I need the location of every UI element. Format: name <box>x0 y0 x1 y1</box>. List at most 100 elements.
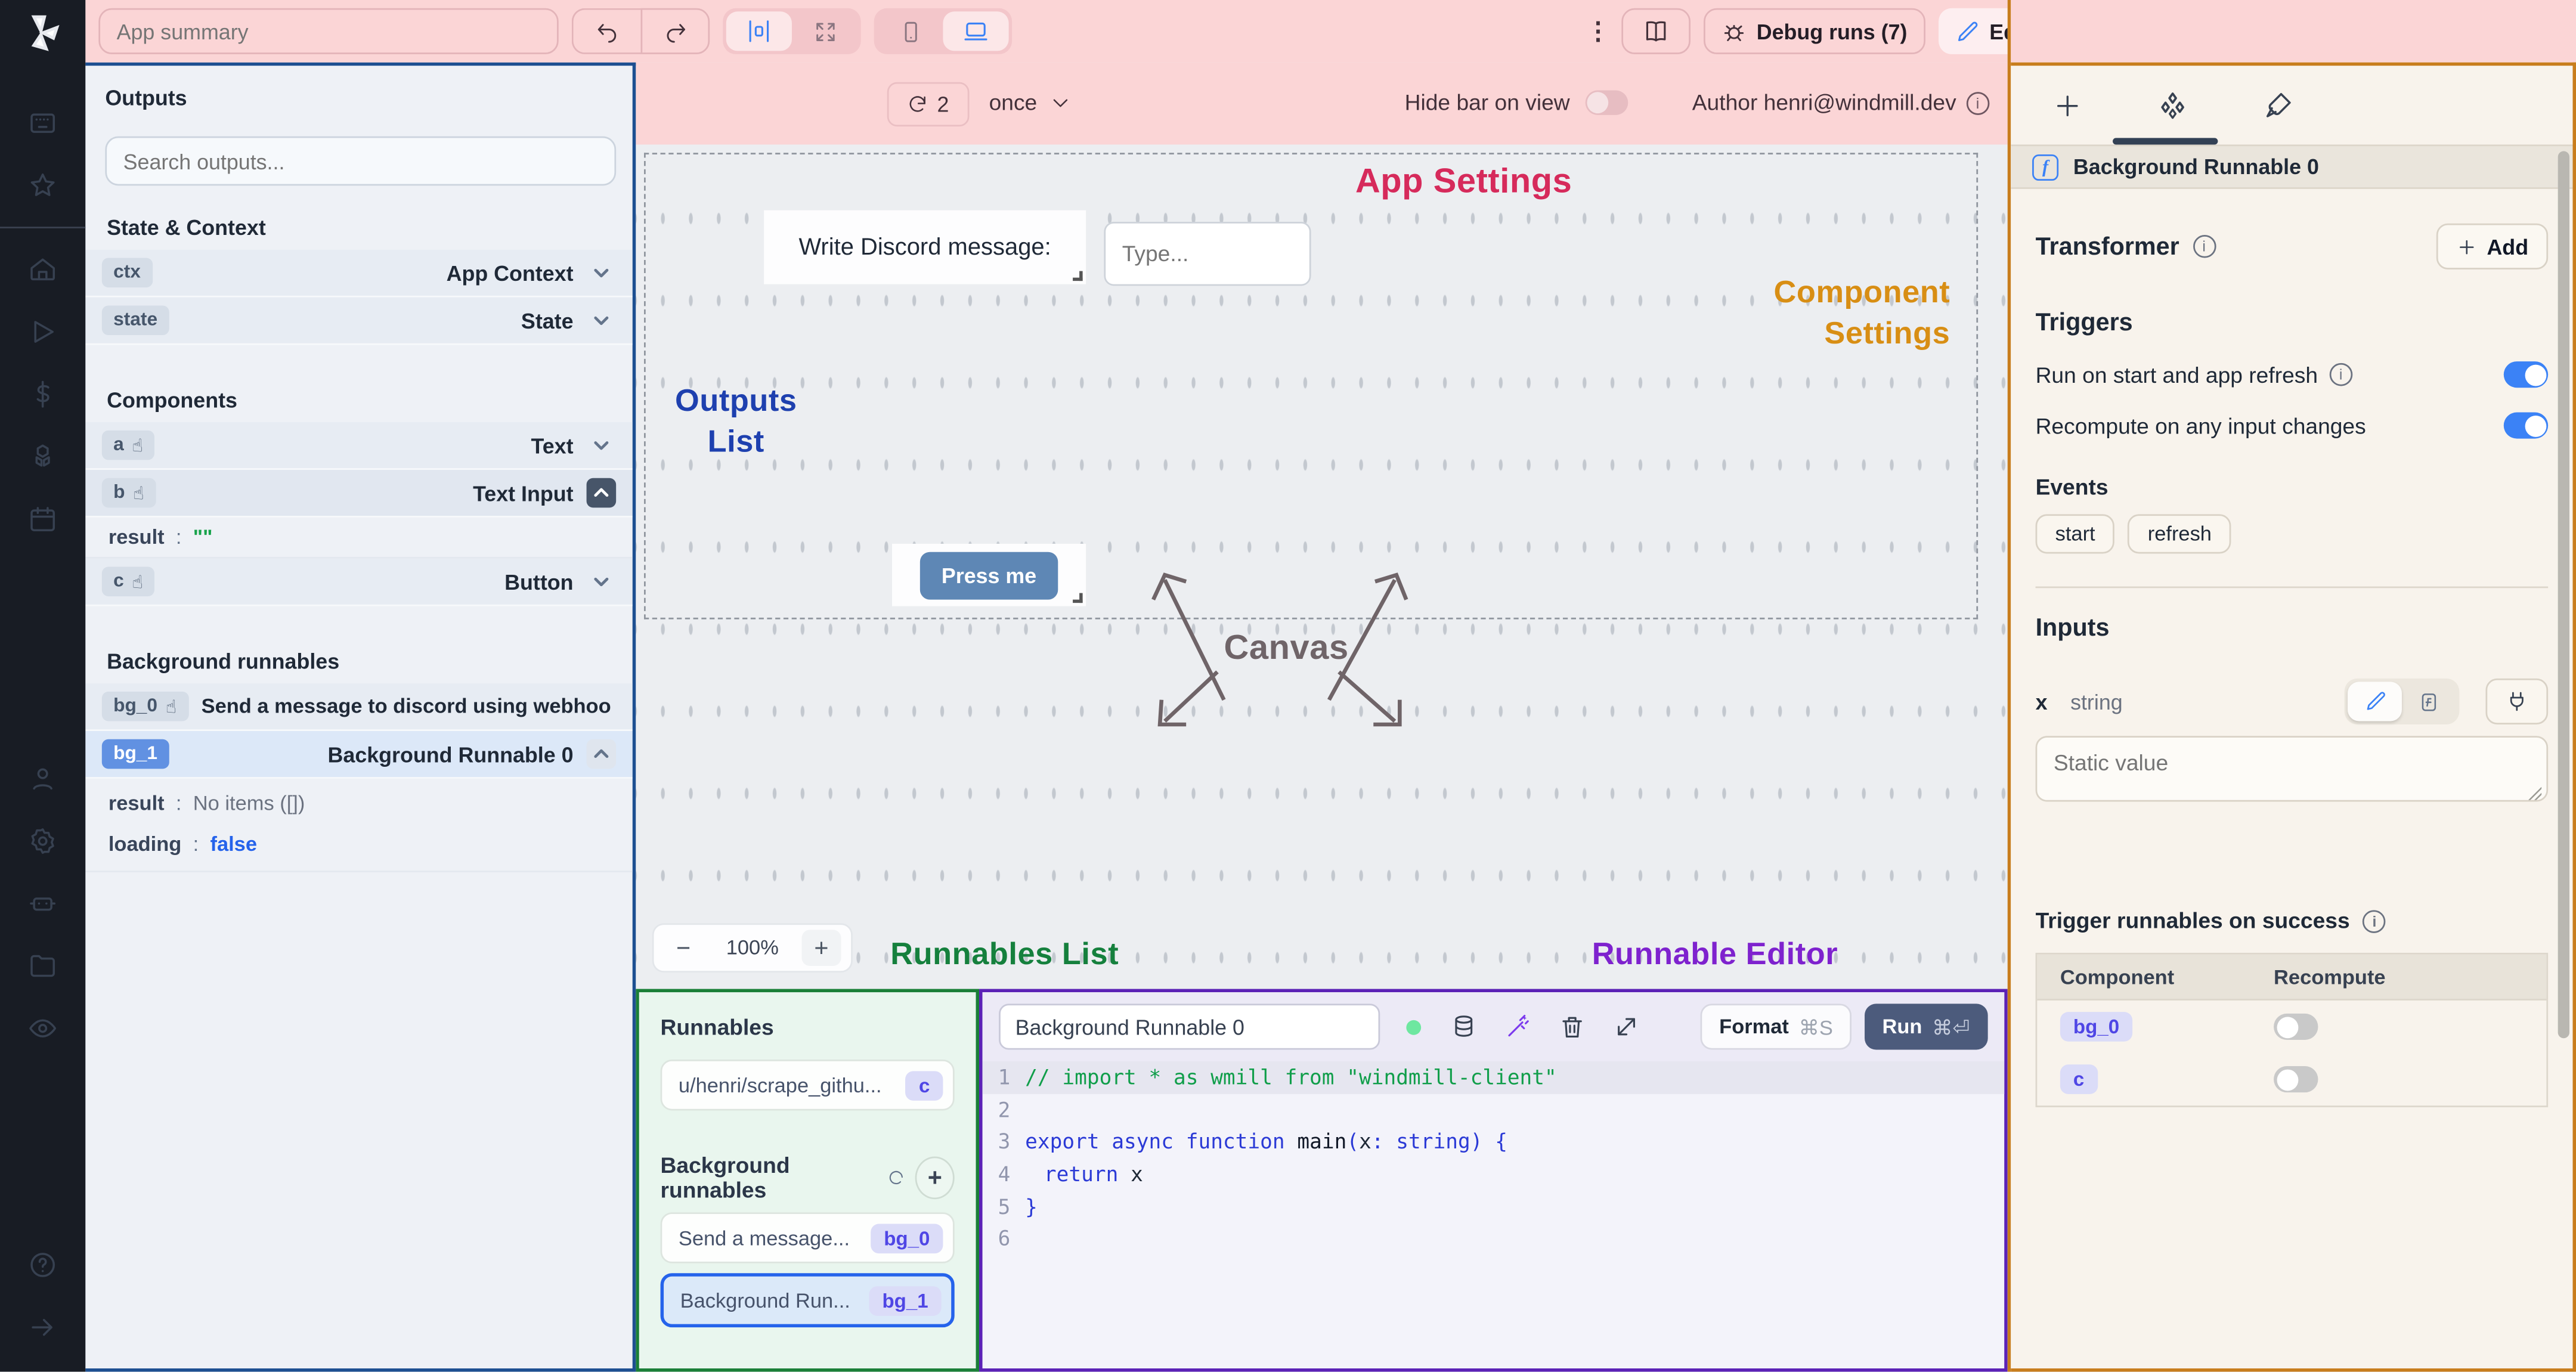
run-button[interactable]: Run ⌘⏎ <box>1864 1004 1988 1050</box>
format-button[interactable]: Format ⌘S <box>1701 1004 1852 1050</box>
textinput-component[interactable] <box>1104 221 1311 286</box>
table-row: c <box>2037 1053 2546 1105</box>
debug-runs-button[interactable]: Debug runs (7) <box>1704 8 1925 54</box>
mobile-view-toggle[interactable] <box>877 11 943 51</box>
settings-components-icon[interactable] <box>2157 89 2188 120</box>
state-context-section-title: State & Context <box>107 215 266 240</box>
app-summary-input[interactable] <box>98 8 559 54</box>
pointer-hand-icon: ☝ <box>133 482 144 504</box>
code-line[interactable]: 4 return x <box>983 1158 2005 1190</box>
output-row-state[interactable]: state State <box>85 297 633 345</box>
expand-editor-icon[interactable] <box>1614 1014 1640 1040</box>
docs-book-button[interactable] <box>1621 8 1691 54</box>
code-editor[interactable]: 1// import * as wmill from "windmill-cli… <box>982 1061 2005 1368</box>
static-mode-pencil-icon[interactable] <box>2348 682 2402 721</box>
resize-handle[interactable] <box>1073 271 1083 281</box>
event-chip-start[interactable]: start <box>2035 514 2115 554</box>
undo-button[interactable] <box>571 8 641 54</box>
refresh-count-button[interactable]: 2 <box>887 82 970 127</box>
redo-button[interactable] <box>640 8 710 54</box>
connect-plug-icon[interactable] <box>2485 678 2549 724</box>
output-row-bg0[interactable]: bg_0 ☝ Send a message to discord using we… <box>85 683 633 732</box>
chevron-up-icon[interactable] <box>586 739 617 769</box>
recompute-toggle[interactable] <box>2503 412 2549 439</box>
favorites-star-icon[interactable] <box>0 154 85 217</box>
delete-trash-icon[interactable] <box>1559 1014 1586 1040</box>
zoom-in-button[interactable]: + <box>801 930 841 966</box>
b-result-row[interactable]: result: "" <box>85 517 633 559</box>
recompute-toggle[interactable] <box>2274 1013 2318 1040</box>
component-chip[interactable]: c <box>2060 1064 2098 1094</box>
text-component[interactable]: Write Discord message: <box>764 210 1086 284</box>
resize-handle[interactable] <box>1073 593 1083 603</box>
chevron-down-icon[interactable] <box>587 305 617 335</box>
cache-database-icon[interactable] <box>1451 1014 1477 1040</box>
selected-runnable-header[interactable]: f Background Runnable 0 <box>2011 144 2573 189</box>
hide-bar-on-view-toggle[interactable]: Hide bar on view <box>1405 90 1628 115</box>
output-row-bg1[interactable]: bg_1 Background Runnable 0 <box>85 731 633 779</box>
home-icon[interactable] <box>0 238 85 301</box>
info-icon[interactable]: i <box>2363 909 2386 933</box>
code-line[interactable]: 2 <box>983 1094 2005 1126</box>
textarea-resize-handle[interactable] <box>2528 786 2542 800</box>
centered-layout-toggle[interactable] <box>726 11 792 51</box>
chevron-down-icon[interactable] <box>587 567 617 597</box>
output-row-a[interactable]: a ☝ Text <box>85 422 633 470</box>
chevron-down-icon[interactable] <box>587 258 617 288</box>
runnable-item-bg1-selected[interactable]: Background Run... bg_1 <box>660 1273 955 1328</box>
apps-icon[interactable] <box>0 92 85 154</box>
runnable-item-bg0[interactable]: Send a message... bg_0 <box>660 1212 955 1263</box>
press-me-button[interactable]: Press me <box>919 551 1058 599</box>
info-icon[interactable]: i <box>2329 363 2352 386</box>
runnables-title: Runnables <box>660 1015 774 1040</box>
component-chip[interactable]: bg_0 <box>2060 1012 2133 1042</box>
output-row-b[interactable]: b ☝ Text Input <box>85 469 633 518</box>
zoom-out-button[interactable]: − <box>664 930 703 966</box>
code-line[interactable]: 3 export async function main(x: string) { <box>983 1126 2005 1158</box>
collapse-arrow-icon[interactable] <box>0 1296 85 1359</box>
settings-gear-icon[interactable] <box>0 810 85 872</box>
inspector-scrollbar[interactable] <box>2558 151 2569 1039</box>
add-transformer-button[interactable]: Add <box>2436 223 2549 270</box>
static-value-textarea[interactable] <box>2035 736 2549 802</box>
schedules-calendar-icon[interactable] <box>0 488 85 550</box>
fullwidth-layout-toggle[interactable] <box>792 11 857 51</box>
insert-component-plus-icon[interactable] <box>2054 91 2082 119</box>
audit-eye-icon[interactable] <box>0 997 85 1060</box>
refresh-interval-select[interactable]: once <box>989 91 1072 115</box>
code-line[interactable]: 6 <box>983 1222 2005 1255</box>
help-icon[interactable] <box>0 1234 85 1296</box>
output-row-ctx[interactable]: ctx App Context <box>85 249 633 298</box>
resources-cubes-icon[interactable] <box>0 426 85 488</box>
code-line[interactable]: 5} <box>983 1190 2005 1222</box>
bg1-loading-row[interactable]: loading: false <box>85 823 633 872</box>
workers-robot-icon[interactable] <box>0 872 85 935</box>
runnable-item-c[interactable]: u/henri/scrape_githu... c <box>660 1060 955 1111</box>
trigger-runnables-table: Component Recompute bg_0 c <box>2035 952 2549 1107</box>
more-menu-button[interactable]: ⋮ <box>1586 17 1610 46</box>
annotation-canvas: Canvas <box>1224 629 1349 667</box>
add-background-runnable-button[interactable]: + <box>915 1156 955 1200</box>
eval-mode-f-icon[interactable] <box>2402 682 2456 721</box>
event-chip-refresh[interactable]: refresh <box>2128 514 2232 554</box>
search-outputs-input[interactable] <box>105 136 617 186</box>
bg1-result-row[interactable]: result: No items ([]) <box>85 778 633 823</box>
info-icon[interactable]: i <box>2192 234 2216 258</box>
chevron-up-icon[interactable] <box>586 478 617 508</box>
run-on-start-toggle[interactable] <box>2503 361 2549 388</box>
chevron-down-icon[interactable] <box>587 431 617 460</box>
styling-brush-icon[interactable] <box>2264 91 2294 120</box>
folders-icon[interactable] <box>0 935 85 998</box>
toggle-off[interactable] <box>1584 90 1628 115</box>
desktop-view-toggle[interactable] <box>943 11 1009 51</box>
code-line[interactable]: 1// import * as wmill from "windmill-cli… <box>982 1061 2005 1094</box>
windmill-logo[interactable] <box>21 11 64 62</box>
info-icon[interactable]: i <box>1966 91 1989 114</box>
output-row-c[interactable]: c ☝ Button <box>85 558 633 606</box>
runnable-name-input[interactable] <box>999 1004 1380 1050</box>
variables-dollar-icon[interactable] <box>0 363 85 426</box>
ai-wand-icon[interactable] <box>1505 1014 1531 1040</box>
recompute-toggle[interactable] <box>2274 1066 2318 1093</box>
runs-play-icon[interactable] <box>0 301 85 363</box>
user-icon[interactable] <box>0 748 85 810</box>
